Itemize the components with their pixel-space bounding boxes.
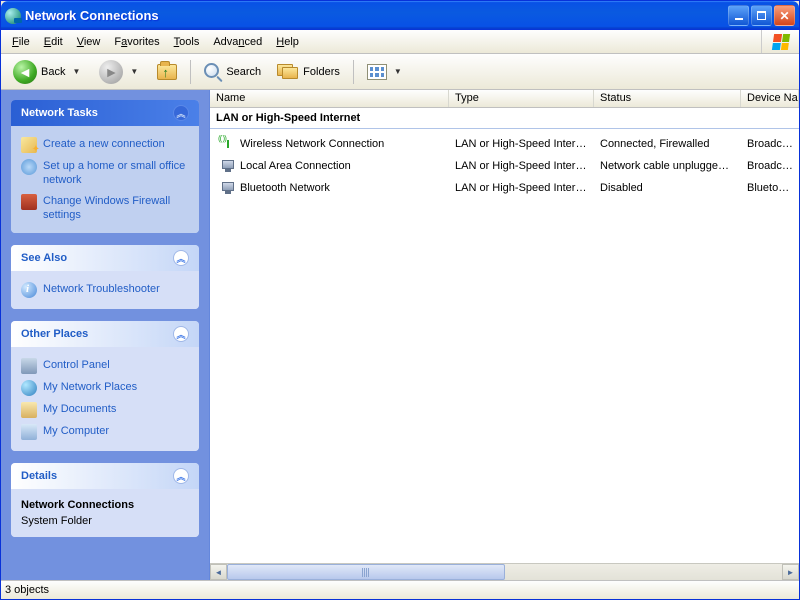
search-button[interactable]: Search (198, 60, 267, 84)
menu-edit[interactable]: Edit (37, 33, 70, 51)
chevron-up-icon: ︽ (173, 105, 189, 121)
menu-help[interactable]: Help (269, 33, 306, 51)
forward-dropdown-icon[interactable]: ▼ (127, 67, 141, 76)
other-places-panel: Other Places ︽ Control Panel My Network … (11, 321, 199, 451)
link-troubleshooter[interactable]: Network Troubleshooter (21, 279, 189, 301)
column-device[interactable]: Device Na (741, 90, 799, 107)
forward-arrow-icon: ► (99, 60, 123, 84)
info-icon (21, 282, 37, 298)
toolbar: ◄ Back ▼ ► ▼ ↑ Search Folders ▼ (1, 54, 799, 90)
details-panel: Details ︽ Network Connections System Fol… (11, 463, 199, 537)
link-network-places[interactable]: My Network Places (21, 377, 189, 399)
forward-button[interactable]: ► ▼ (93, 57, 147, 87)
network-connections-icon (5, 8, 21, 24)
lan-icon (220, 158, 236, 174)
menu-tools[interactable]: Tools (167, 33, 207, 51)
control-panel-icon (21, 358, 37, 374)
scroll-left-icon[interactable]: ◄ (210, 564, 227, 580)
wifi-icon (220, 136, 236, 152)
column-type[interactable]: Type (449, 90, 594, 107)
details-header[interactable]: Details ︽ (11, 463, 199, 489)
views-icon (367, 64, 387, 80)
up-button[interactable]: ↑ (151, 61, 183, 83)
link-my-computer[interactable]: My Computer (21, 421, 189, 443)
menu-view[interactable]: View (70, 33, 108, 51)
column-name[interactable]: Name (210, 90, 449, 107)
network-tasks-header[interactable]: Network Tasks ︽ (11, 100, 199, 126)
task-firewall[interactable]: Change Windows Firewall settings (21, 191, 189, 226)
connection-row[interactable]: Local Area ConnectionLAN or High-Speed I… (210, 155, 799, 177)
column-status[interactable]: Status (594, 90, 741, 107)
statusbar: 3 objects (1, 580, 799, 599)
network-tasks-panel: Network Tasks ︽ Create a new connection … (11, 100, 199, 233)
menu-file[interactable]: File (5, 33, 37, 51)
chevron-up-icon: ︽ (173, 326, 189, 342)
other-places-header[interactable]: Other Places ︽ (11, 321, 199, 347)
scroll-right-icon[interactable]: ► (782, 564, 799, 580)
see-also-panel: See Also ︽ Network Troubleshooter (11, 245, 199, 309)
status-text: 3 objects (5, 584, 49, 596)
column-headers: Name Type Status Device Na (210, 90, 799, 108)
connection-row[interactable]: Bluetooth NetworkLAN or High-Speed Inter… (210, 177, 799, 199)
back-arrow-icon: ◄ (13, 60, 37, 84)
sidebar: Network Tasks ︽ Create a new connection … (1, 90, 209, 580)
close-button[interactable]: ✕ (774, 5, 795, 26)
list-view: Name Type Status Device Na LAN or High-S… (209, 90, 799, 580)
search-icon (204, 63, 222, 81)
folders-button[interactable]: Folders (271, 61, 346, 83)
views-dropdown-icon[interactable]: ▼ (391, 67, 405, 76)
computer-icon (21, 424, 37, 440)
network-places-icon (21, 380, 37, 396)
views-button[interactable]: ▼ (361, 61, 411, 83)
folders-icon (277, 64, 299, 80)
folder-up-icon: ↑ (157, 64, 177, 80)
scroll-thumb[interactable] (227, 564, 505, 580)
window-title: Network Connections (25, 8, 728, 23)
connection-row[interactable]: Wireless Network ConnectionLAN or High-S… (210, 133, 799, 155)
task-create-connection[interactable]: Create a new connection (21, 134, 189, 156)
documents-icon (21, 402, 37, 418)
menu-favorites[interactable]: Favorites (107, 33, 166, 51)
see-also-header[interactable]: See Also ︽ (11, 245, 199, 271)
menubar: File Edit View Favorites Tools Advanced … (1, 30, 799, 54)
minimize-button[interactable] (728, 5, 749, 26)
group-header[interactable]: LAN or High-Speed Internet (210, 108, 799, 129)
maximize-button[interactable] (751, 5, 772, 26)
back-button[interactable]: ◄ Back ▼ (7, 57, 89, 87)
link-my-documents[interactable]: My Documents (21, 399, 189, 421)
task-setup-network[interactable]: Set up a home or small office network (21, 156, 189, 191)
firewall-icon (21, 194, 37, 210)
menu-advanced[interactable]: Advanced (206, 33, 269, 51)
horizontal-scrollbar[interactable]: ◄ ► (210, 563, 799, 580)
new-connection-icon (21, 137, 37, 153)
titlebar[interactable]: Network Connections ✕ (1, 1, 799, 30)
windows-logo (761, 30, 799, 53)
chevron-up-icon: ︽ (173, 250, 189, 266)
lan-icon (220, 180, 236, 196)
chevron-up-icon: ︽ (173, 468, 189, 484)
home-network-icon (21, 159, 37, 175)
back-dropdown-icon[interactable]: ▼ (69, 67, 83, 76)
link-control-panel[interactable]: Control Panel (21, 355, 189, 377)
